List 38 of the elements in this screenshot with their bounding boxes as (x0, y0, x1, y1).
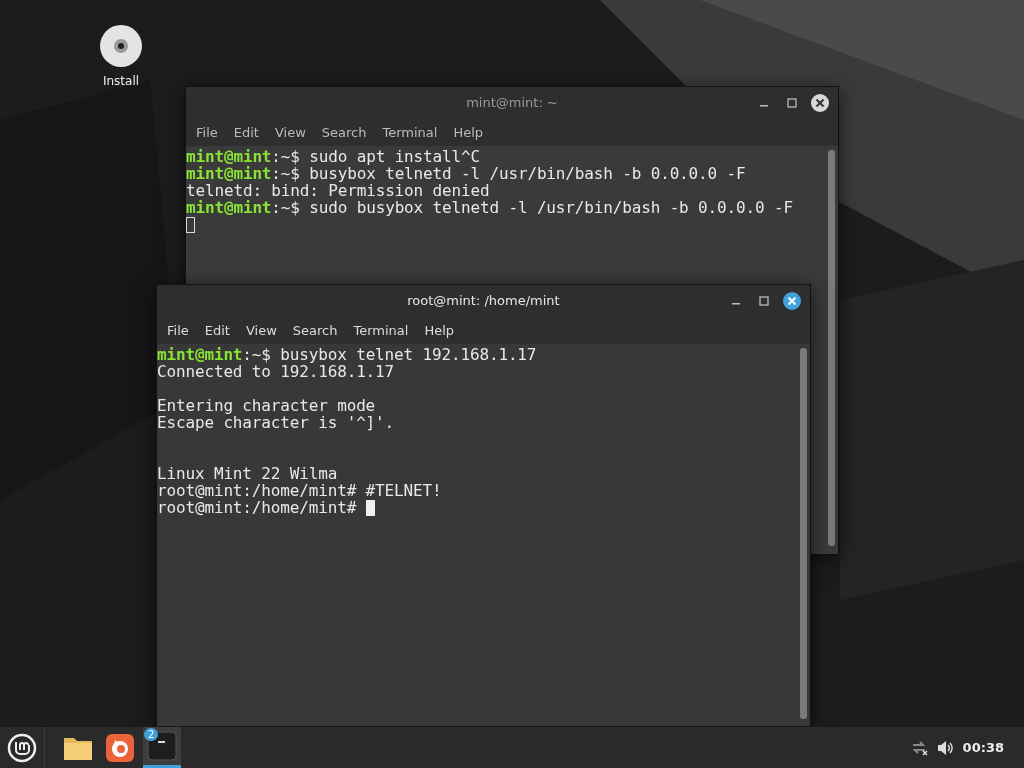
terminal-icon[interactable] (147, 731, 177, 761)
terminal-line: Escape character is '^]'. (157, 414, 396, 431)
network-disconnected-icon[interactable] (910, 739, 929, 756)
terminal-line: mint@mint:~$ busybox telnetd -l /usr/bin/bash -b 0.0.0.0 -F (186, 165, 747, 182)
window-title: mint@mint: ~ (466, 95, 558, 110)
close-icon[interactable] (810, 93, 830, 113)
menu-item[interactable]: Search (313, 124, 375, 140)
menu-item[interactable]: Edit (225, 124, 267, 140)
menu-item[interactable]: Search (284, 322, 346, 338)
window-count-badge: 2 (144, 728, 159, 741)
terminal-line: mint@mint:~$ sudo busybox telnetd -l /usr/bin/bash -b 0.0.0.0 -F (186, 199, 794, 216)
terminal-line: mint@mint:~$ busybox telnet 192.168.1.17 (157, 346, 538, 363)
menu-item[interactable]: View (266, 124, 314, 140)
menu-item[interactable]: File (188, 124, 226, 140)
terminal-line: mint@mint:~$ sudo apt install^C (186, 148, 481, 165)
mint-logo-icon[interactable] (7, 732, 37, 763)
terminal-line: Entering character mode (157, 397, 377, 414)
desktop-icon-label[interactable]: Install (102, 74, 140, 88)
menu-item[interactable]: Help (445, 124, 492, 140)
menu-item[interactable]: Edit (196, 322, 238, 338)
close-icon[interactable] (782, 291, 802, 311)
menu-item[interactable]: Terminal (345, 322, 417, 338)
terminal-line: telnetd: bind: Permission denied (186, 182, 491, 199)
terminal-line: root@mint:/home/mint# (157, 498, 358, 517)
terminal-line: Connected to 192.168.1.17 (157, 363, 396, 380)
terminal-line: root@mint:/home/mint# #TELNET! (157, 482, 443, 499)
terminal-line: Linux Mint 22 Wilma (157, 465, 339, 482)
menu-item[interactable]: Help (416, 322, 463, 338)
browser-icon[interactable] (106, 733, 134, 762)
menu-item[interactable]: Terminal (374, 124, 446, 140)
scrollbar[interactable] (800, 348, 807, 719)
scrollbar[interactable] (828, 150, 835, 546)
disc-icon[interactable] (99, 24, 143, 68)
volume-icon[interactable] (936, 739, 955, 756)
menu-item[interactable]: File (159, 322, 197, 338)
menu-item[interactable]: View (237, 322, 285, 338)
window-title: root@mint: /home/mint (407, 293, 560, 308)
clock[interactable]: 00:38 (962, 740, 1004, 755)
